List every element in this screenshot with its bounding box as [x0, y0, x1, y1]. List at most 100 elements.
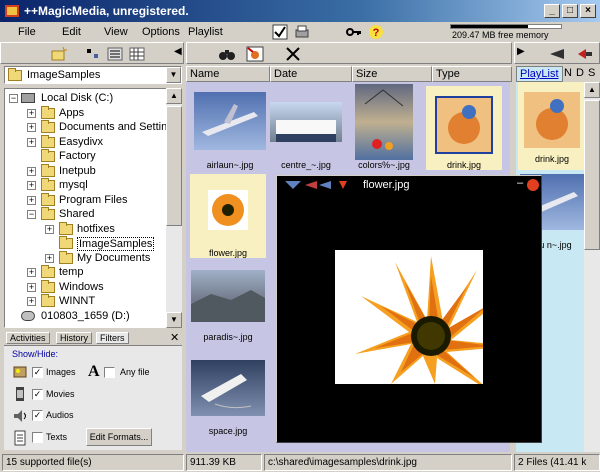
tree-item[interactable]: + hotfixes: [5, 221, 165, 237]
tab-s[interactable]: S: [588, 67, 595, 79]
viewer-close-icon[interactable]: [527, 179, 539, 191]
expand-icon[interactable]: +: [27, 166, 36, 176]
thumbnail-item[interactable]: space.jpg: [190, 360, 266, 436]
expand-icon[interactable]: +: [27, 123, 36, 132]
airplane-thumbnail: [194, 92, 266, 150]
thumbnail-item[interactable]: airlaun~.jpg: [192, 92, 268, 170]
anyfile-checkbox[interactable]: [104, 367, 115, 378]
new-folder-icon[interactable]: [50, 46, 68, 62]
help-icon[interactable]: ?: [368, 24, 384, 40]
tab-filters[interactable]: Filters: [96, 332, 129, 344]
menu-options[interactable]: Options: [142, 26, 180, 38]
folder-icon: [41, 265, 55, 278]
audios-checkbox[interactable]: ✓: [32, 410, 43, 421]
tree-item[interactable]: − Shared: [5, 207, 165, 222]
playlist-remove-icon[interactable]: [576, 46, 594, 62]
close-button[interactable]: ×: [580, 4, 596, 18]
texts-checkbox[interactable]: [32, 432, 43, 443]
images-checkbox[interactable]: ✓: [32, 367, 43, 378]
tree-scrollbar[interactable]: ▲ ▼: [166, 88, 182, 328]
folder-tree[interactable]: − Local Disk (C:) + Apps + Documents and Sett…: [4, 88, 182, 328]
tab-n[interactable]: N: [564, 67, 572, 79]
memory-bar-fill: [451, 25, 528, 28]
edit-formats-button[interactable]: Edit Formats...: [86, 428, 152, 446]
column-size[interactable]: Size: [352, 66, 432, 82]
column-type[interactable]: Type: [432, 66, 512, 82]
tree-item[interactable]: ImageSamples: [5, 236, 165, 251]
viewer-titlebar[interactable]: flower.jpg –: [277, 176, 541, 194]
viewer-nav-icons[interactable]: [283, 179, 349, 191]
list-view-icon[interactable]: [106, 46, 124, 62]
tree-item-label: mysql: [59, 179, 88, 191]
tab-playlist[interactable]: PlayList: [516, 66, 563, 82]
landscape-thumbnail: [191, 270, 265, 322]
thumbnail-item[interactable]: paradis~.jpg: [190, 270, 266, 342]
thumbnail-item[interactable]: drink.jpg: [426, 86, 502, 170]
expand-icon[interactable]: +: [27, 181, 36, 190]
folder-icon: [41, 294, 55, 307]
thumbnail-item[interactable]: flower.jpg: [190, 174, 266, 258]
expand-icon[interactable]: +: [27, 282, 36, 292]
expand-icon[interactable]: +: [27, 137, 36, 147]
tree-item-label: Documents and Settings: [59, 121, 179, 133]
tree-item[interactable]: + Easydivx: [5, 134, 165, 150]
play-icon[interactable]: [548, 46, 566, 62]
menu-playlist[interactable]: Playlist: [188, 26, 223, 38]
tree-item[interactable]: 010803_1659 (D:): [5, 309, 165, 324]
viewer-minimize-icon[interactable]: –: [517, 177, 523, 189]
print-icon[interactable]: [294, 24, 310, 40]
tree-item[interactable]: + Apps: [5, 105, 165, 121]
tree-item[interactable]: + Inetpub: [5, 163, 165, 179]
details-view-icon[interactable]: [128, 46, 146, 62]
minimize-button[interactable]: _: [544, 4, 560, 18]
space-thumbnail: [191, 360, 265, 416]
delete-icon[interactable]: [284, 46, 302, 62]
playlist-item[interactable]: drink.jpg: [518, 82, 586, 170]
image-edit-icon[interactable]: [246, 46, 264, 62]
tree-item[interactable]: + Windows: [5, 279, 165, 295]
menu-edit[interactable]: Edit: [62, 26, 81, 38]
binoculars-icon[interactable]: [218, 46, 236, 62]
menu-file[interactable]: File: [18, 26, 36, 38]
collapse-icon[interactable]: −: [9, 94, 18, 103]
expand-icon[interactable]: +: [27, 108, 36, 118]
path-combo[interactable]: ImageSamples ▼: [4, 66, 182, 84]
close-panel-icon[interactable]: ✕: [170, 331, 179, 344]
check-icon[interactable]: [272, 24, 288, 40]
maximize-button[interactable]: □: [562, 4, 578, 18]
movies-checkbox[interactable]: ✓: [32, 389, 43, 400]
image-viewer-window[interactable]: flower.jpg –: [276, 175, 542, 443]
chevron-down-icon[interactable]: ▼: [166, 67, 181, 83]
tree-item[interactable]: − Local Disk (C:): [5, 91, 165, 106]
thumbnail-item[interactable]: colors%~.jpg: [346, 84, 422, 170]
collapse-left-icon[interactable]: ◀: [174, 46, 182, 57]
tree-item[interactable]: + My Documents: [5, 250, 165, 266]
collapse-icon[interactable]: −: [27, 210, 36, 219]
tab-activities[interactable]: Activities: [6, 332, 50, 344]
expand-icon[interactable]: +: [27, 297, 36, 306]
path-combo-value: ImageSamples: [27, 69, 101, 81]
column-name[interactable]: Name: [186, 66, 270, 82]
tree-item-label: My Documents: [77, 251, 151, 264]
tree-item[interactable]: + mysql: [5, 178, 165, 193]
tab-history[interactable]: History: [56, 332, 93, 344]
tab-d[interactable]: D: [576, 67, 584, 79]
expand-icon[interactable]: +: [45, 224, 54, 234]
expand-icon[interactable]: +: [27, 195, 36, 205]
tree-item[interactable]: + Documents and Settings: [5, 120, 179, 135]
playlist-scrollbar[interactable]: ▲: [584, 82, 600, 452]
menu-view[interactable]: View: [104, 26, 128, 38]
folder-icon: [41, 149, 55, 162]
expand-icon[interactable]: +: [27, 268, 36, 277]
collapse-right-icon[interactable]: ▶: [517, 46, 525, 57]
tree-item[interactable]: Factory: [5, 149, 165, 164]
audios-label: Audios: [46, 410, 74, 420]
thumbnail-item[interactable]: centre_~.jpg: [268, 92, 344, 170]
key-icon[interactable]: [346, 24, 362, 40]
tree-item[interactable]: + Program Files: [5, 192, 165, 208]
tree-item[interactable]: + WINNT: [5, 294, 165, 309]
column-date[interactable]: Date: [270, 66, 352, 82]
tree-item[interactable]: + temp: [5, 265, 165, 280]
expand-icon[interactable]: +: [45, 253, 54, 263]
small-icons-icon[interactable]: [84, 46, 102, 62]
